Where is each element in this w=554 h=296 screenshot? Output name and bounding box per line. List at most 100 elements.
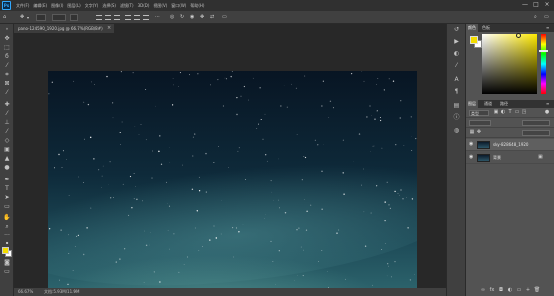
panel-menu-icon[interactable]: ≡	[544, 100, 551, 108]
home-icon[interactable]: ⌂	[3, 14, 6, 21]
history-panel-icon[interactable]: ↺	[453, 27, 460, 33]
brush-settings-icon[interactable]: ⁄	[453, 63, 460, 69]
type-tool-icon[interactable]: T	[3, 186, 11, 192]
eraser-tool-icon[interactable]: ◇	[3, 138, 11, 144]
hue-slider[interactable]	[541, 34, 546, 94]
brush-tool-icon[interactable]: ⁄	[3, 111, 11, 117]
more-tools-icon[interactable]: ···	[3, 233, 11, 239]
crop-tool-icon[interactable]: ⌗	[3, 72, 11, 78]
blur-tool-icon[interactable]: ▲	[3, 156, 11, 162]
lock-pixels-icon[interactable]: ▦	[469, 129, 475, 136]
link-layers-icon[interactable]: ∞	[480, 287, 487, 293]
menu-window[interactable]: 窗口(W)	[171, 3, 186, 9]
menu-image[interactable]: 图像(I)	[51, 3, 63, 9]
default-colors-icon[interactable]: ▪	[3, 240, 11, 246]
align-center-icon[interactable]	[105, 15, 111, 20]
blend-mode-select[interactable]	[469, 120, 491, 126]
color-picker-cursor[interactable]	[516, 33, 521, 38]
menu-type[interactable]: 文字(Y)	[85, 3, 99, 9]
tab-color[interactable]: 颜色	[466, 24, 478, 32]
color-panel-foreground[interactable]	[470, 36, 478, 44]
filter-pixel-icon[interactable]: ▣	[493, 109, 499, 116]
fill-field[interactable]	[522, 130, 550, 136]
pen-tool-icon[interactable]: ✒	[3, 177, 11, 183]
zoom-tool-icon[interactable]: ⌕	[3, 224, 11, 230]
paragraph-panel-icon[interactable]: ¶	[453, 89, 460, 95]
menu-filter[interactable]: 滤镜(T)	[120, 3, 134, 9]
lasso-tool-icon[interactable]: ϭ	[3, 54, 11, 60]
filter-shape-icon[interactable]: ▭	[514, 109, 520, 116]
layer-row[interactable]: ◉ sky-828648_1920	[466, 139, 554, 151]
document-canvas[interactable]	[48, 71, 417, 296]
menu-select[interactable]: 选择(S)	[102, 3, 116, 9]
tool-preset-chevron-icon[interactable]: ▾	[27, 14, 29, 21]
rotate-3d-icon[interactable]: ↻	[180, 14, 184, 21]
color-field[interactable]	[482, 33, 537, 94]
filter-adjustment-icon[interactable]: ◐	[500, 109, 506, 116]
align-bottom-icon[interactable]	[143, 15, 149, 20]
healing-brush-tool-icon[interactable]: ✚	[3, 102, 11, 108]
close-tab-icon[interactable]: ×	[107, 24, 111, 33]
kind-filter-select[interactable]: 类型	[469, 110, 489, 116]
toolbar-collapse-icon[interactable]: »	[3, 26, 11, 32]
hue-slider-handle[interactable]	[539, 50, 548, 52]
align-left-icon[interactable]	[96, 15, 102, 20]
foreground-color-swatch[interactable]	[2, 247, 9, 254]
workspace-icon[interactable]: ▭	[544, 14, 549, 21]
close-button[interactable]: ×	[543, 1, 551, 9]
history-brush-tool-icon[interactable]: ⁄	[3, 129, 11, 135]
move-tool-icon[interactable]: ✥	[3, 36, 11, 42]
restore-button[interactable]: □	[532, 1, 540, 9]
menu-view[interactable]: 视图(V)	[153, 3, 167, 9]
visibility-eye-icon[interactable]: ◉	[469, 155, 474, 160]
opacity-field[interactable]	[522, 120, 550, 126]
drag-3d-icon[interactable]: ✥	[200, 14, 204, 21]
menu-help[interactable]: 帮助(H)	[190, 3, 204, 9]
filter-type-icon[interactable]: T	[507, 109, 513, 116]
screen-mode-icon[interactable]: ▭	[3, 269, 11, 275]
zoom-level[interactable]: 66.67%	[18, 288, 33, 296]
frame-tool-icon[interactable]: ⊠	[3, 81, 11, 87]
move-tool-icon[interactable]: ✥	[20, 14, 24, 21]
auto-select-dropdown[interactable]	[52, 14, 66, 21]
layer-row[interactable]: ◉ 背景 ▣	[466, 152, 554, 164]
panel-menu-icon[interactable]: ≡	[544, 24, 551, 32]
menu-edit[interactable]: 编辑(E)	[33, 3, 47, 9]
search-icon[interactable]: ⌕	[534, 14, 537, 21]
info-panel-icon[interactable]: ⓘ	[453, 115, 460, 121]
align-middle-icon[interactable]	[134, 15, 140, 20]
rectangle-tool-icon[interactable]: ▭	[3, 204, 11, 210]
auto-select-checkbox[interactable]	[36, 14, 46, 21]
new-layer-icon[interactable]: +	[525, 287, 532, 293]
path-selection-tool-icon[interactable]: ➤	[3, 195, 11, 201]
adjustment-layer-icon[interactable]: ◐	[507, 287, 514, 293]
3d-mode-icon[interactable]: ◎	[170, 14, 174, 21]
roll-3d-icon[interactable]: ◉	[190, 14, 194, 21]
eyedropper-tool-icon[interactable]: ⁄	[3, 90, 11, 96]
align-right-icon[interactable]	[114, 15, 120, 20]
scale-3d-icon[interactable]: ▭	[222, 14, 227, 21]
tab-layers[interactable]: 图层	[466, 100, 478, 108]
properties-panel-icon[interactable]: ▶	[453, 39, 460, 45]
layer-style-icon[interactable]: fx	[489, 287, 496, 293]
tab-swatches[interactable]: 色板	[480, 24, 492, 32]
dodge-tool-icon[interactable]: ●	[3, 165, 11, 171]
quick-mask-icon[interactable]: ◙	[3, 260, 11, 266]
clone-stamp-tool-icon[interactable]: ⊥	[3, 120, 11, 126]
add-mask-icon[interactable]: ◘	[498, 287, 505, 293]
menu-3d[interactable]: 3D(D)	[138, 3, 150, 8]
more-options-icon[interactable]: ···	[155, 14, 160, 21]
slide-3d-icon[interactable]: ⇄	[210, 14, 214, 21]
tab-paths[interactable]: 路径	[498, 100, 510, 108]
gradient-tool-icon[interactable]: ▣	[3, 147, 11, 153]
quick-select-tool-icon[interactable]: ⁄	[3, 63, 11, 69]
hand-tool-icon[interactable]: ✋	[3, 215, 11, 221]
filter-smart-object-icon[interactable]: ◳	[521, 109, 527, 116]
marquee-tool-icon[interactable]: ⬚	[3, 45, 11, 51]
adjustments-panel-icon[interactable]: ◐	[453, 51, 460, 57]
menu-layer[interactable]: 图层(L)	[67, 3, 80, 9]
align-top-icon[interactable]	[125, 15, 131, 20]
document-tab[interactable]: pano-124590_1920.jpg @ 66.7%(RGB/8#) ×	[14, 24, 114, 33]
status-arrow-icon[interactable]: ›	[74, 288, 76, 296]
transform-controls-checkbox[interactable]	[70, 14, 78, 21]
